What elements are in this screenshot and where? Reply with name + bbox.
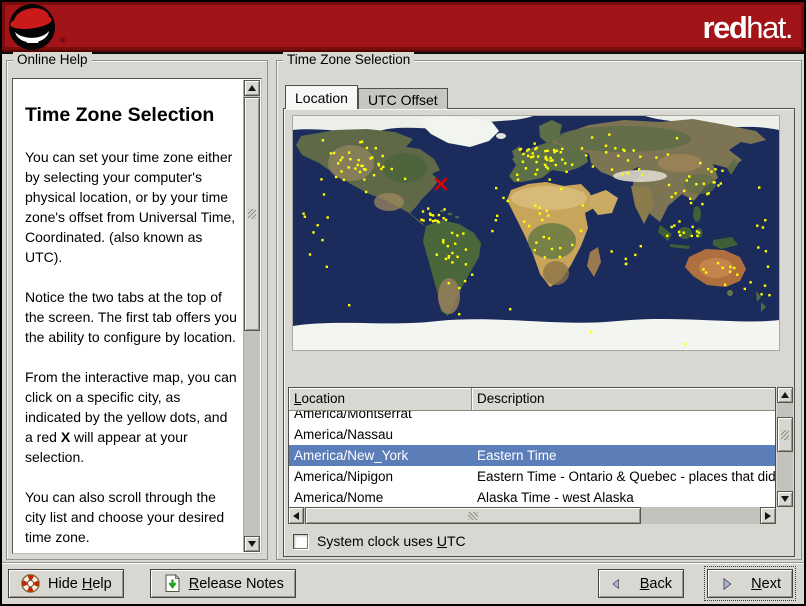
redhat-wordmark: redhat. — [702, 10, 794, 46]
map-container — [292, 115, 780, 351]
release-notes-label: Release Notes — [188, 575, 284, 592]
help-paragraph: Notice the two tabs at the top of the sc… — [25, 289, 237, 345]
help-paragraph: You can set your time zone either by sel… — [25, 149, 236, 265]
world-map[interactable] — [293, 116, 779, 350]
system-clock-utc-checkbox[interactable] — [293, 533, 308, 549]
up-arrow-icon — [248, 85, 256, 91]
next-button[interactable]: Next — [707, 569, 793, 598]
release-notes-button[interactable]: Release Notes — [149, 569, 296, 598]
scroll-down-button[interactable] — [244, 536, 260, 552]
scrollbar-thumb[interactable] — [244, 97, 260, 331]
table-row[interactable]: America/Nome Alaska Time - west Alaska — [289, 487, 775, 507]
timezone-frame-label: Time Zone Selection — [283, 52, 415, 67]
table-row[interactable]: America/Nipigon Eastern Time - Ontario & … — [289, 466, 775, 487]
next-arrow-icon — [723, 577, 732, 590]
help-scrollbar[interactable] — [243, 80, 260, 552]
installer-window: ® redhat. Online Help Time Zone Selectio… — [0, 0, 806, 606]
help-title: Time Zone Selection — [25, 104, 215, 126]
column-header-location[interactable]: Location — [289, 388, 472, 411]
table-horizontal-scrollbar[interactable] — [288, 507, 776, 524]
help-text: Time Zone Selection You can set your tim… — [14, 79, 243, 552]
help-panel: Time Zone Selection You can set your tim… — [12, 78, 262, 554]
cell-description — [472, 411, 775, 424]
table-row[interactable]: America/Nassau — [289, 424, 775, 445]
next-label: Next — [751, 575, 781, 592]
timezone-table: Location Description America/Montserrat A… — [288, 387, 793, 524]
wordmark-hat: hat — [746, 10, 786, 45]
hide-help-button[interactable]: Hide Help — [8, 569, 124, 598]
wordmark-period: . — [784, 10, 794, 45]
utc-checkbox-row: System clock uses UTC — [293, 533, 466, 549]
help-paragraph: You can also scroll through the city lis… — [25, 489, 225, 545]
life-preserver-icon — [21, 574, 40, 593]
thumb-grip — [781, 429, 789, 440]
scroll-right-button[interactable] — [760, 507, 776, 524]
title-bar: ® redhat. — [2, 2, 804, 52]
table-vertical-scrollbar[interactable] — [777, 387, 793, 507]
table-row[interactable]: America/New_York Eastern Time — [289, 445, 775, 466]
up-arrow-icon — [781, 392, 789, 398]
next-button-focus-ring: Next — [704, 566, 796, 601]
cell-description: Alaska Time - west Alaska — [477, 490, 634, 505]
left-arrow-icon — [293, 511, 299, 520]
online-help-frame: Online Help Time Zone Selection You can … — [6, 52, 268, 560]
thumb-grip — [468, 511, 478, 520]
scrollbar-thumb[interactable] — [777, 417, 793, 452]
cell-description — [472, 424, 775, 445]
cell-location: America/Montserrat — [294, 411, 412, 421]
location-tab-page: Location Description America/Montserrat A… — [283, 108, 795, 557]
scroll-up-button[interactable] — [777, 387, 793, 403]
hide-help-label: Hide Help — [48, 575, 112, 592]
tab-bar: Location UTC Offset — [285, 85, 448, 109]
wordmark-red: red — [702, 10, 748, 45]
tab-location[interactable]: Location — [285, 85, 358, 109]
scroll-down-button[interactable] — [777, 491, 793, 507]
back-arrow-icon — [612, 578, 619, 589]
cell-location: America/Nome — [294, 490, 384, 505]
back-label: Back — [639, 575, 672, 592]
down-arrow-icon — [248, 541, 256, 547]
cell-location: America/New_York — [294, 448, 409, 463]
down-arrow-icon — [781, 496, 789, 502]
thumb-grip — [248, 209, 256, 219]
tab-utc-offset[interactable]: UTC Offset — [357, 88, 448, 109]
back-button[interactable]: Back — [598, 569, 684, 598]
cell-description: Eastern Time — [477, 448, 557, 463]
scroll-left-button[interactable] — [288, 507, 304, 524]
release-notes-icon — [165, 574, 180, 592]
table-row[interactable]: America/Montserrat — [289, 411, 775, 424]
system-clock-utc-label: System clock uses UTC — [317, 533, 466, 549]
cell-location: America/Nipigon — [294, 469, 394, 484]
registered-mark: ® — [60, 36, 66, 45]
timezone-frame: Time Zone Selection Location UTC Offset — [276, 52, 802, 560]
cell-description: Eastern Time - Ontario & Quebec - places… — [477, 469, 775, 484]
online-help-frame-label: Online Help — [13, 52, 92, 67]
table-body: America/Montserrat America/Nassau America/… — [289, 411, 775, 507]
scrollbar-thumb[interactable] — [305, 507, 641, 524]
column-header-description[interactable]: Description — [472, 388, 775, 411]
right-arrow-icon — [765, 511, 771, 520]
help-paragraph: From the interactive map, you can click … — [25, 369, 237, 465]
redhat-shadowman-logo — [9, 4, 55, 50]
button-bar: Hide Help Release Notes Back Next — [2, 562, 804, 604]
scroll-up-button[interactable] — [244, 80, 260, 96]
table-header: Location Description — [289, 388, 775, 411]
cell-location: America/Nassau — [294, 427, 394, 442]
